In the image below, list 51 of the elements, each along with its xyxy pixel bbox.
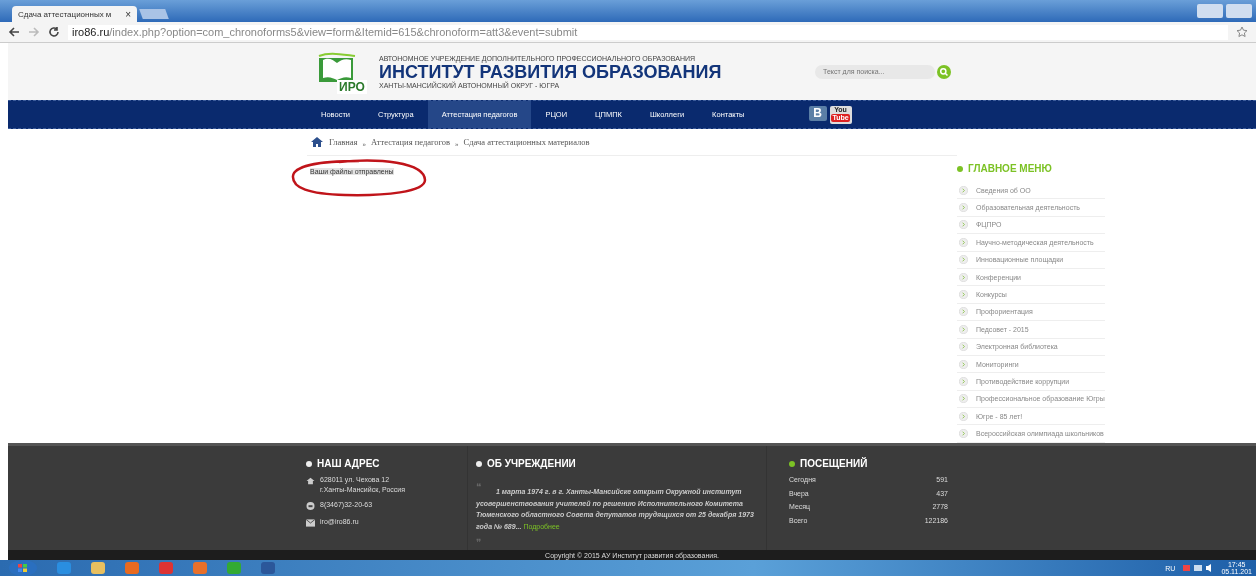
- maximize-button[interactable]: [1226, 4, 1252, 18]
- start-button[interactable]: [8, 560, 38, 576]
- chevron-icon: [959, 307, 968, 317]
- breadcrumb-link[interactable]: Сдача аттестационных материалов: [463, 137, 590, 147]
- home-icon: [306, 477, 315, 485]
- taskbar-app-icon[interactable]: [158, 561, 174, 575]
- taskbar-app-icon[interactable]: [90, 561, 106, 575]
- footer-heading: ПОСЕЩЕНИЙ: [789, 458, 948, 469]
- chevron-icon: [959, 255, 968, 265]
- logo-text: ИРО: [337, 80, 367, 94]
- sidebar-heading: ГЛАВНОЕ МЕНЮ: [957, 163, 1105, 174]
- tray-icons-drawing[interactable]: [1183, 563, 1214, 573]
- chevron-icon: [959, 411, 968, 421]
- chevron-icon: [959, 237, 968, 247]
- breadcrumb-link[interactable]: Главная: [329, 137, 358, 147]
- browser-tab[interactable]: Сдача аттестационных м ×: [12, 6, 137, 22]
- vk-button[interactable]: B: [808, 105, 827, 121]
- taskbar-app-icon[interactable]: [192, 561, 208, 575]
- taskbar-app-icon[interactable]: [226, 561, 242, 575]
- envelope-icon: [306, 519, 315, 527]
- star-icon[interactable]: [1236, 26, 1248, 38]
- chevron-icon: [959, 290, 968, 300]
- taskbar-app-icon[interactable]: [260, 561, 276, 575]
- new-tab-button[interactable]: [139, 9, 169, 19]
- chevron-icon: [959, 185, 968, 195]
- chevron-icon: [959, 203, 968, 213]
- forward-icon[interactable]: [28, 26, 40, 38]
- address-bar[interactable]: iro86.ru/index.php?option=com_chronoforms5&view=form&Itemid=615&chronoform=att3&event=submit: [68, 24, 1228, 40]
- phone-icon: [306, 502, 315, 510]
- footer-heading: НАШ АДРЕС: [306, 458, 467, 469]
- quote-mark-icon: ❝: [476, 482, 481, 492]
- chevron-icon: [959, 220, 968, 230]
- taskbar-app-icon[interactable]: [56, 561, 72, 575]
- home-icon[interactable]: [310, 136, 324, 148]
- breadcrumb-link[interactable]: Аттестация педагогов: [371, 137, 451, 147]
- chevron-icon: [959, 429, 968, 439]
- chevron-icon: [959, 272, 968, 282]
- back-icon[interactable]: [8, 26, 20, 38]
- taskbar-app-icon[interactable]: [124, 561, 140, 575]
- reload-icon[interactable]: [48, 26, 60, 38]
- search-icon[interactable]: [937, 64, 951, 79]
- footer-heading: ОБ УЧРЕЖДЕНИИ: [476, 458, 758, 469]
- chevron-icon: [959, 324, 968, 334]
- chevron-icon: [959, 359, 968, 369]
- quote-mark-icon: ❞: [476, 538, 481, 549]
- chevron-icon: [959, 377, 968, 386]
- chevron-icon: [959, 342, 968, 352]
- site-title: ИНСТИТУТ РАЗВИТИЯ ОБРАЗОВАНИЯ: [379, 62, 722, 81]
- chevron-icon: [959, 394, 968, 404]
- close-icon[interactable]: ×: [125, 8, 131, 20]
- minimize-button[interactable]: [1197, 4, 1223, 18]
